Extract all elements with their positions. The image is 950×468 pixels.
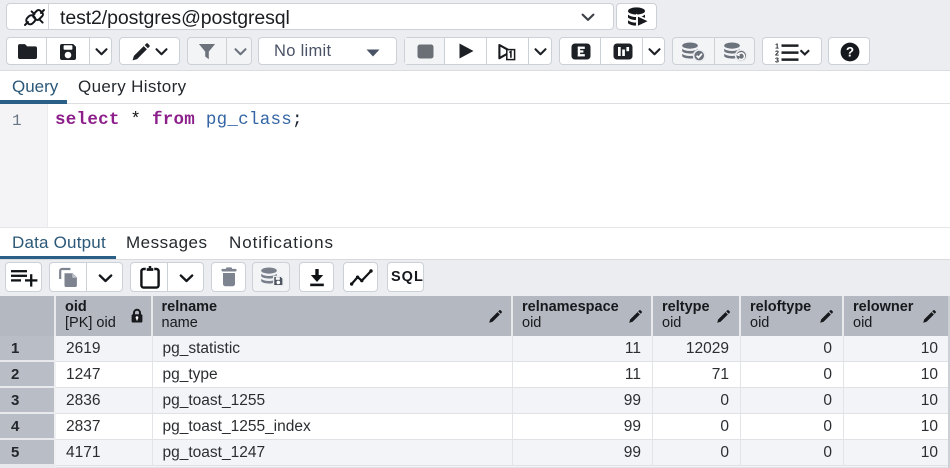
svg-text:3: 3 <box>775 55 779 63</box>
svg-text:?: ? <box>846 45 854 60</box>
